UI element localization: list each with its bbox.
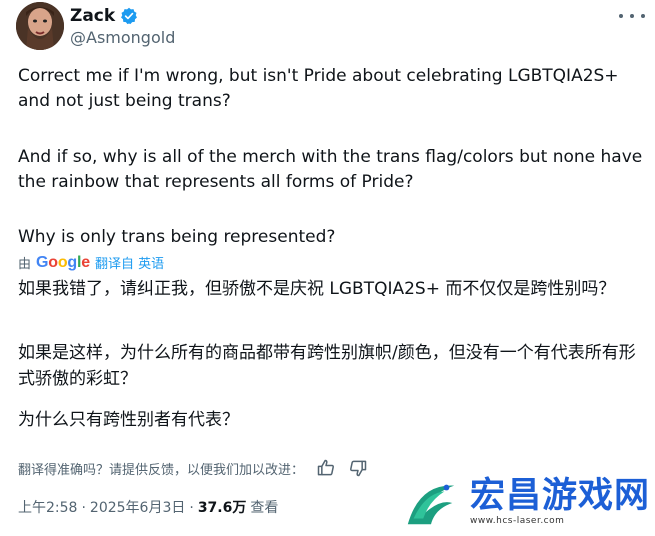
thumbs-up-icon[interactable] xyxy=(316,458,336,478)
meta-separator: · xyxy=(81,500,86,516)
tweet-date[interactable]: 2025年6月3日 xyxy=(90,497,185,517)
translation-feedback: 翻译得准确吗？请提供反馈，以便我们加以改进： xyxy=(18,458,368,478)
translated-by-label: 由 xyxy=(18,257,32,272)
tweet-paragraph: Why is only trans being represented? xyxy=(18,225,648,250)
views-count: 37.6万 xyxy=(197,500,247,516)
translation-paragraph: 如果是这样，为什么所有的商品都带有跨性别旗帜/颜色，但没有一个有代表所有形式骄傲… xyxy=(18,340,648,392)
views-label: 查看 xyxy=(250,500,279,516)
watermark-logo-icon xyxy=(407,484,455,525)
verified-badge-icon xyxy=(120,7,138,25)
watermark-url: www.hcs-laser.com xyxy=(470,516,565,526)
user-name-row: Zack xyxy=(70,6,138,26)
translation-paragraph: 如果我错了，请纠正我，但骄傲不是庆祝 LGBTQIA2S+ 而不仅仅是跨性别吗？ xyxy=(18,276,648,302)
translation-attribution: 由 Google 翻译自 英语 xyxy=(18,253,164,273)
translation-paragraph: 为什么只有跨性别者有代表？ xyxy=(18,407,648,433)
tweet-time[interactable]: 上午2:58 xyxy=(18,497,77,517)
feedback-prompt: 翻译得准确吗？请提供反馈，以便我们加以改进： xyxy=(18,462,305,478)
avatar[interactable] xyxy=(16,2,64,50)
user-name[interactable]: Zack xyxy=(70,6,115,26)
tweet-paragraph-text: Correct me if I'm wrong, but isn't Pride… xyxy=(18,66,619,111)
translation-paragraph-text: 为什么只有跨性别者有代表？ xyxy=(18,410,239,430)
google-logo: Google xyxy=(36,253,90,271)
more-options-icon[interactable] xyxy=(619,8,645,24)
tweet-paragraph: And if so, why is all of the merch with … xyxy=(18,145,648,195)
user-handle[interactable]: @Asmongold xyxy=(70,28,175,47)
translation-paragraph-text: 如果我错了，请纠正我，但骄傲不是庆祝 LGBTQIA2S+ 而不仅仅是跨性别吗？ xyxy=(18,279,616,299)
watermark-title: 宏昌游戏网 xyxy=(470,476,651,516)
translation-paragraph-text: 如果是这样，为什么所有的商品都带有跨性别旗帜/颜色，但没有一个有代表所有形式骄傲… xyxy=(18,343,636,389)
tweet-paragraph-text: Why is only trans being represented? xyxy=(18,227,336,247)
meta-separator: · xyxy=(189,500,194,516)
avatar-image xyxy=(16,2,64,50)
tweet-meta: 上午2:58 · 2025年6月3日 · 37.6万 查看 xyxy=(18,497,278,517)
tweet-paragraph: Correct me if I'm wrong, but isn't Pride… xyxy=(18,64,648,114)
watermark: 宏昌游戏网 www.hcs-laser.com xyxy=(402,474,652,534)
thumbs-down-icon[interactable] xyxy=(348,458,368,478)
translated-from-english-link[interactable]: 翻译自 英语 xyxy=(95,253,164,272)
tweet-paragraph-text: And if so, why is all of the merch with … xyxy=(18,147,643,192)
